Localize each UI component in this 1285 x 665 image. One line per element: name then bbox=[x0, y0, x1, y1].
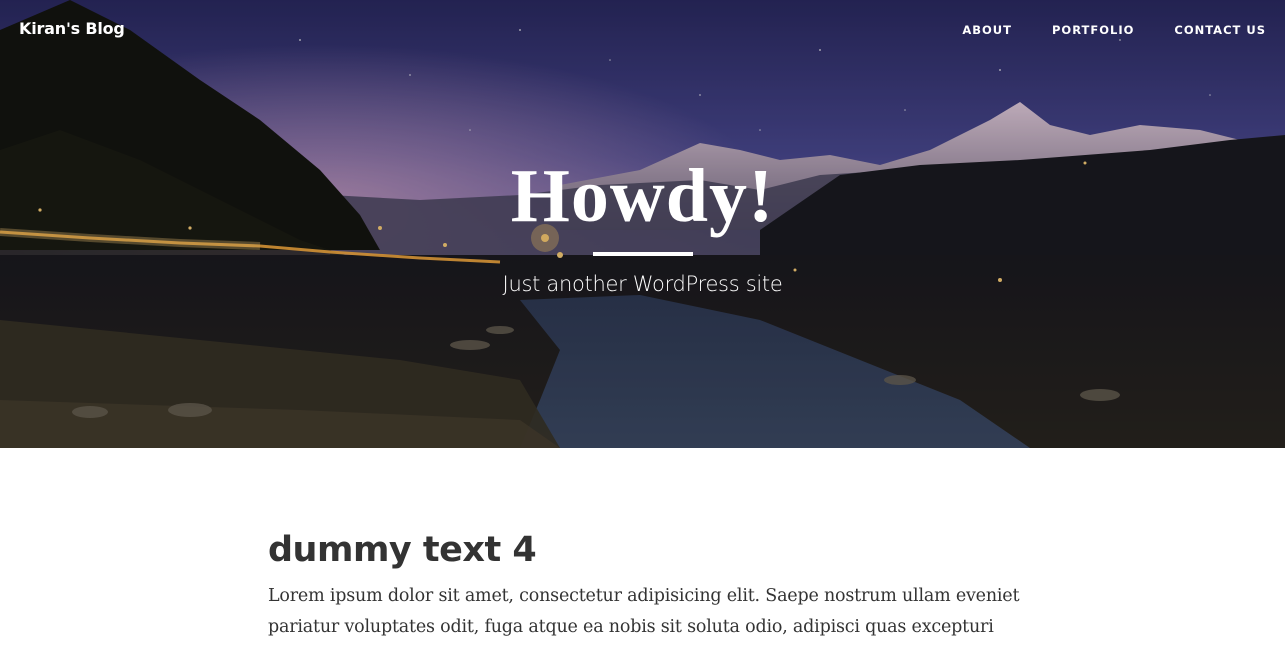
nav-links: ABOUT PORTFOLIO CONTACT US bbox=[962, 23, 1266, 37]
post-title-link[interactable]: dummy text 4 bbox=[268, 527, 1028, 573]
site-brand-link[interactable]: Kiran's Blog bbox=[19, 19, 125, 38]
nav-link-about[interactable]: ABOUT bbox=[962, 23, 1012, 37]
post-excerpt: Lorem ipsum dolor sit amet, consectetur … bbox=[268, 586, 1020, 637]
hero-heading: Howdy! Just another WordPress site bbox=[0, 150, 1285, 296]
site-title: Howdy! bbox=[510, 154, 775, 238]
site-tagline: Just another WordPress site bbox=[502, 272, 783, 296]
main-content: dummy text 4 Lorem ipsum dolor sit amet,… bbox=[268, 527, 1028, 643]
top-navbar: Kiran's Blog ABOUT PORTFOLIO CONTACT US bbox=[0, 0, 1285, 60]
hero-header: Kiran's Blog ABOUT PORTFOLIO CONTACT US … bbox=[0, 0, 1285, 448]
nav-link-portfolio[interactable]: PORTFOLIO bbox=[1052, 23, 1134, 37]
post-preview: dummy text 4 Lorem ipsum dolor sit amet,… bbox=[268, 527, 1028, 643]
nav-link-contact-us[interactable]: CONTACT US bbox=[1174, 23, 1266, 37]
title-divider bbox=[592, 252, 693, 256]
